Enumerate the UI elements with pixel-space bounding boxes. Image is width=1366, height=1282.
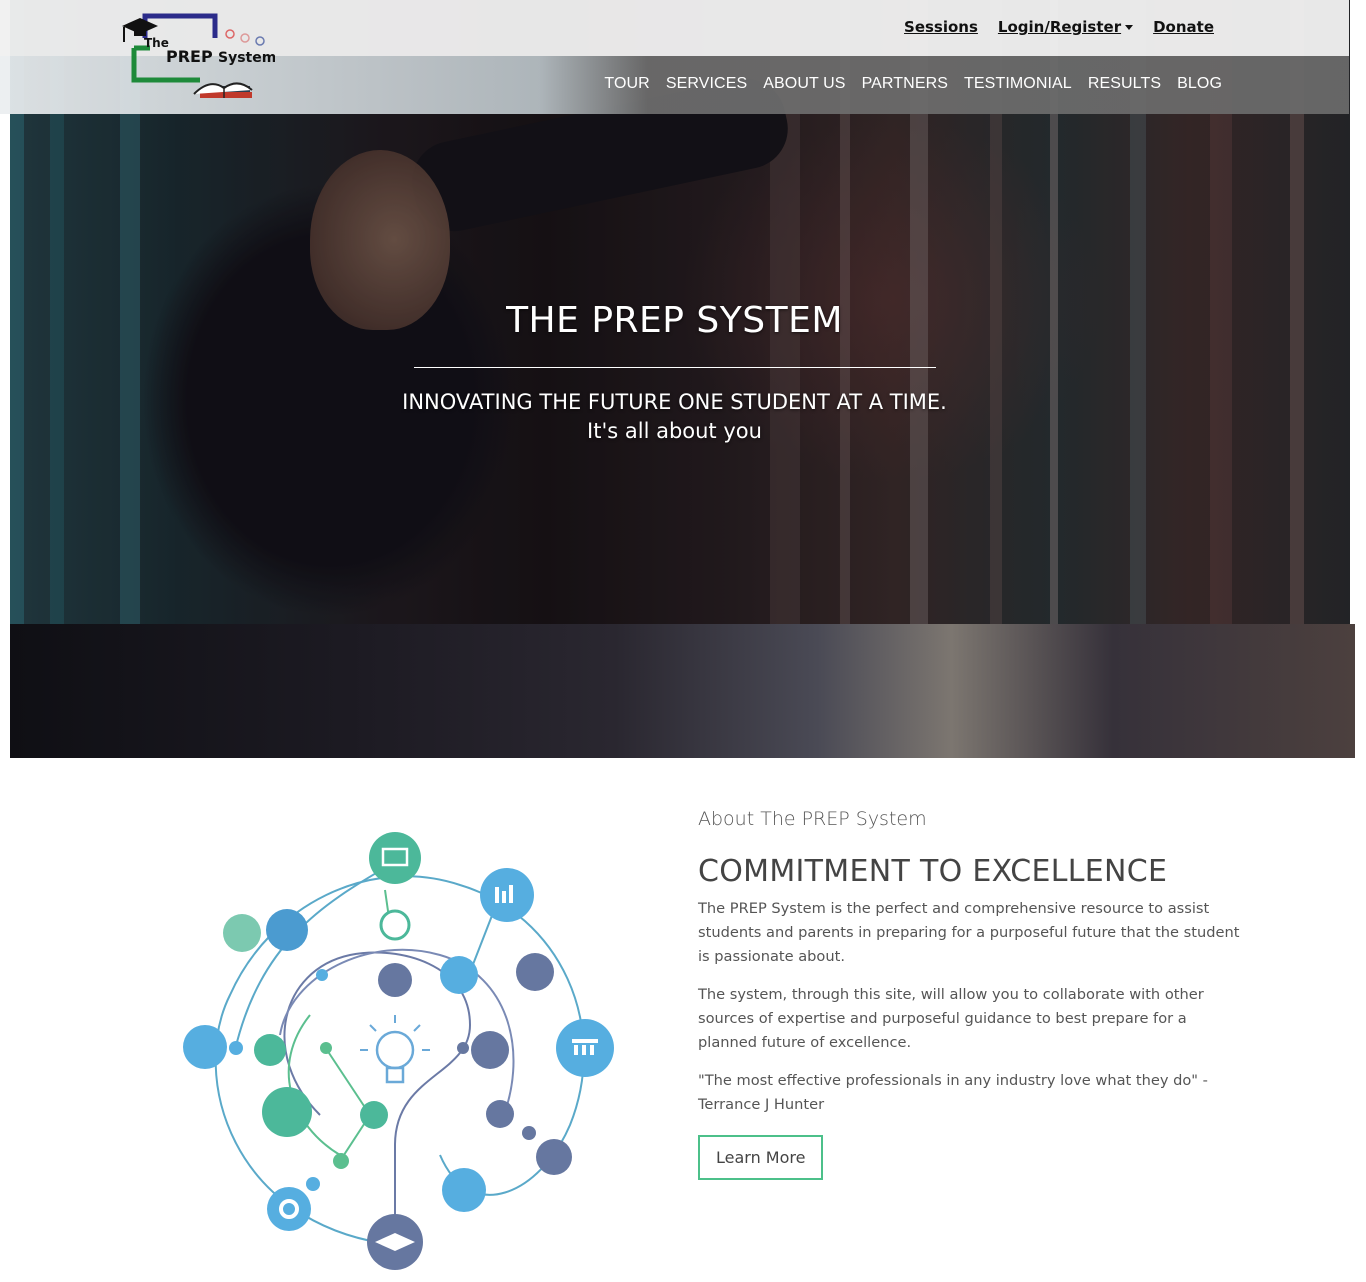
sessions-link[interactable]: Sessions — [904, 18, 978, 36]
site-logo[interactable]: The PREP System — [120, 8, 276, 108]
hero-video-strip — [10, 624, 1355, 758]
nav-testimonial[interactable]: TESTIMONIAL — [964, 75, 1072, 93]
login-register-label: Login/Register — [997, 18, 1122, 36]
hero-divider — [413, 367, 936, 368]
learn-more-button[interactable]: Learn More — [698, 1135, 824, 1180]
illustration-nodes — [183, 832, 614, 1270]
about-paragraph: The PREP System is the perfect and compr… — [698, 900, 1240, 965]
nav-services[interactable]: SERVICES — [666, 75, 747, 93]
hero-text: THE PREP SYSTEM INNOVATING THE FUTURE ON… — [0, 300, 1349, 446]
login-register-dropdown[interactable]: Login/Register — [997, 18, 1134, 36]
hero-subtagline: It's all about you — [587, 419, 762, 443]
caret-down-icon — [1125, 25, 1134, 30]
top-links: Sessions Login/Register Donate — [904, 18, 1214, 36]
nav-results[interactable]: RESULTS — [1088, 75, 1161, 93]
hero-title: THE PREP SYSTEM — [506, 300, 843, 341]
nav-partners[interactable]: PARTNERS — [862, 75, 948, 93]
about-paragraph: The system, through this site, will allo… — [698, 986, 1204, 1051]
about-heading: COMMITMENT TO EXCELLENCE — [698, 854, 1168, 889]
about-kicker: About The PREP System — [698, 808, 927, 830]
education-network-illustration — [170, 825, 630, 1275]
logo-text-system: System — [218, 50, 275, 66]
main-nav: TOUR SERVICES ABOUT US PARTNERS TESTIMON… — [604, 75, 1222, 93]
hero-tagline: INNOVATING THE FUTURE ONE STUDENT AT A T… — [402, 390, 947, 414]
donate-link[interactable]: Donate — [1153, 18, 1214, 36]
logo-text-prep: PREP — [166, 47, 213, 66]
nav-about-us[interactable]: ABOUT US — [763, 75, 845, 93]
about-section: About The PREP System COMMITMENT TO EXCE… — [698, 808, 1243, 1180]
nav-blog[interactable]: BLOG — [1177, 75, 1222, 93]
prep-logo-icon: The PREP System — [122, 13, 276, 98]
about-quote: "The most effective professionals in any… — [698, 1072, 1208, 1113]
nav-tour[interactable]: TOUR — [604, 75, 649, 93]
